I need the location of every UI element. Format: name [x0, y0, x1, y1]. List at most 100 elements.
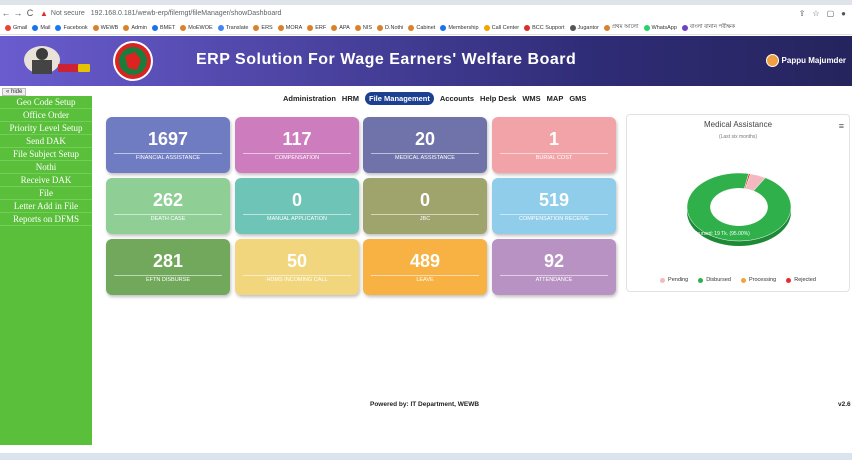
legend-item-rejected[interactable]: Rejected: [786, 277, 816, 283]
bookmark-item[interactable]: APA: [331, 24, 350, 31]
bookmark-label: বাংলা বানান পরীক্ষক: [689, 23, 736, 30]
bookmark-label: Admin: [131, 24, 147, 31]
bookmark-icon: [253, 24, 260, 31]
legend-item-pending[interactable]: Pending: [660, 277, 688, 283]
tile-value: 519: [538, 190, 570, 210]
bookmark-label: Call Center: [491, 24, 520, 31]
tile-label: Leave: [416, 277, 434, 283]
tile-financial-assistance[interactable]: 1697 Financial Assistance: [106, 117, 230, 173]
tile-label: Death Case: [150, 216, 186, 222]
sidebar-item-file[interactable]: File: [0, 187, 92, 200]
bookmark-item[interactable]: MORA: [277, 24, 302, 31]
bookmark-item[interactable]: WEWB: [92, 24, 119, 31]
tile-value: 0: [419, 190, 430, 210]
bookmark-item[interactable]: WhatsApp: [643, 24, 677, 31]
sidebar-item-office-order[interactable]: Office Order: [0, 109, 92, 122]
share-icon[interactable]: ⇪: [799, 9, 806, 18]
donut-chart: Disbursed: 19 Tk. (95.00%): [686, 172, 792, 246]
bookmark-item[interactable]: BMET: [151, 24, 175, 31]
menu-gms[interactable]: GMS: [569, 94, 586, 103]
warning-icon: ▲: [40, 8, 48, 18]
bookmark-icon: [123, 24, 130, 31]
bookmark-item[interactable]: Admin: [123, 24, 147, 31]
legend-item-disbursed[interactable]: Disbursed: [698, 277, 731, 283]
bangladesh-seal-icon: [113, 41, 153, 81]
menu-accounts[interactable]: Accounts: [440, 94, 474, 103]
menu-wms[interactable]: WMS: [522, 94, 540, 103]
url-field[interactable]: 192.168.0.181/wewb-erp/filemgt/fileManag…: [91, 10, 282, 17]
bookmark-item[interactable]: BCC Support: [524, 24, 565, 31]
tile-leave[interactable]: 489 Leave: [363, 239, 487, 295]
tile-death-case[interactable]: 262 Death Case: [106, 178, 230, 234]
hide-sidebar-button[interactable]: « hide: [2, 88, 27, 96]
bookmark-item[interactable]: Translate: [217, 24, 248, 31]
tile-compensation[interactable]: 117 Compensation: [235, 117, 359, 173]
sidebar-item-send-dak[interactable]: Send DAK: [0, 135, 92, 148]
tile-label: Attendance: [535, 277, 573, 283]
bookmark-item[interactable]: Jugantor: [569, 24, 599, 31]
tile-hdms-incoming-call[interactable]: 50 HDMS Incoming Call: [235, 239, 359, 295]
bookmark-item[interactable]: Mail: [32, 24, 50, 31]
back-icon[interactable]: ←: [0, 8, 12, 18]
tile-medical-assistance[interactable]: 20 Medical Assistance: [363, 117, 487, 173]
bookmark-icon: [307, 24, 314, 31]
bookmark-item[interactable]: ERS: [253, 24, 273, 31]
bookmark-item[interactable]: Gmail: [5, 24, 28, 31]
address-bar: ← → C ▲ Not secure 192.168.0.181/wewb-er…: [0, 5, 852, 21]
menu-help-desk[interactable]: Help Desk: [480, 94, 516, 103]
sidebar-item-nothi[interactable]: Nothi: [0, 161, 92, 174]
bookmark-item[interactable]: Cabinet: [408, 24, 435, 31]
bookmark-item[interactable]: প্রথম আলো: [603, 24, 639, 32]
tile-jbc[interactable]: 0 JBC: [363, 178, 487, 234]
sidebar-item-priority-level-setup[interactable]: Priority Level Setup: [0, 122, 92, 135]
sidebar-item-letter-add-in-file[interactable]: Letter Add in File: [0, 200, 92, 213]
bookmark-label: WEWB: [100, 24, 119, 31]
legend-dot: [786, 277, 792, 283]
bookmark-icon: [5, 24, 11, 31]
bookmark-icon: [643, 24, 650, 31]
bookmark-item[interactable]: D.Nothi: [377, 24, 403, 31]
tile-burial-cost[interactable]: 1 Burial Cost: [492, 117, 616, 173]
tile-label: EFTN Disburse: [145, 277, 190, 283]
bookmark-label: ERS: [261, 24, 273, 31]
tile-compensation-receive[interactable]: 519 Compensation Receive: [492, 178, 616, 234]
tile-manual-application[interactable]: 0 Manual Application: [235, 178, 359, 234]
menu-file-management[interactable]: File Management: [365, 92, 434, 105]
menu-hrm[interactable]: HRM: [342, 94, 359, 103]
bookmark-item[interactable]: MoEWOE: [180, 24, 213, 31]
bookmark-label: Facebook: [63, 24, 88, 31]
reload-icon[interactable]: C: [24, 8, 36, 18]
sidebar-item-geo-code-setup[interactable]: Geo Code Setup: [0, 96, 92, 109]
profile-icon[interactable]: ●: [841, 9, 846, 18]
tile-label: Medical Assistance: [395, 155, 455, 161]
bookmark-item[interactable]: Call Center: [483, 24, 520, 31]
bookmark-item[interactable]: NIS: [354, 24, 372, 31]
tile-attendance[interactable]: 92 Attendance: [492, 239, 616, 295]
sidepanel-icon[interactable]: ▢: [827, 9, 835, 18]
user-menu[interactable]: Pappu Majumder: [765, 54, 846, 67]
tile-eftn-disburse[interactable]: 281 EFTN Disburse: [106, 239, 230, 295]
bookmark-label: Gmail: [13, 24, 28, 31]
forward-icon[interactable]: →: [12, 8, 24, 18]
bookmark-item[interactable]: বাংলা বানান পরীক্ষক: [681, 23, 736, 32]
bookmark-label: ERF: [315, 24, 327, 31]
tile-value: 0: [291, 190, 302, 210]
bookmark-label: Jugantor: [577, 24, 599, 31]
sidebar-item-file-subject-setup[interactable]: File Subject Setup: [0, 148, 92, 161]
bookmark-icon: [408, 24, 415, 31]
bookmark-item[interactable]: ERF: [307, 24, 327, 31]
legend-item-processing[interactable]: Processing: [741, 277, 776, 283]
menu-map[interactable]: MAP: [547, 94, 564, 103]
menu-icon[interactable]: ≡: [839, 121, 844, 131]
sidebar-item-receive-dak[interactable]: Receive DAK: [0, 174, 92, 187]
tile-label: Compensation Receive: [519, 216, 589, 222]
tile-value: 1697: [147, 129, 189, 149]
bookmark-item[interactable]: Membership: [440, 24, 479, 31]
sidebar-item-reports-on-dfms[interactable]: Reports on DFMS: [0, 213, 92, 226]
bookmark-item[interactable]: Facebook: [55, 24, 88, 31]
tile-value: 1: [548, 129, 559, 149]
menu-administration[interactable]: Administration: [283, 94, 336, 103]
star-icon[interactable]: ☆: [812, 9, 819, 18]
bookmark-label: MoEWOE: [188, 24, 213, 31]
bookmark-label: BCC Support: [532, 24, 565, 31]
